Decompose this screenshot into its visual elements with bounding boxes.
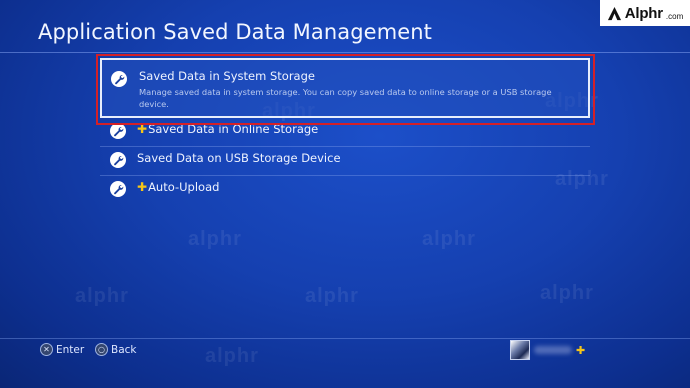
back-label: Back [111,343,137,356]
user-profile: ✚ [510,340,586,360]
watermark: alphr [422,228,476,250]
wrench-icon [111,71,127,87]
menu-item-label: Saved Data in Online Storage [148,122,319,136]
watermark: alphr [540,282,594,304]
menu-item-label: Saved Data in System Storage [139,69,315,83]
menu-item-usb-storage[interactable]: Saved Data on USB Storage Device [100,147,590,176]
menu-item-description: Manage saved data in system storage. You… [139,87,552,109]
wrench-icon [110,181,126,197]
watermark: alphr [75,285,129,307]
ps-plus-icon: ✚ [137,122,148,136]
ps-plus-icon: ✚ [576,343,586,357]
cross-button-icon: ✕ [40,343,53,356]
ps-plus-icon: ✚ [137,180,148,194]
back-hint[interactable]: ○ Back [95,343,137,356]
saved-data-menu: Saved Data in System Storage Manage save… [100,58,590,205]
circle-button-icon: ○ [95,343,108,356]
watermark: alphr [305,285,359,307]
menu-item-label: Saved Data on USB Storage Device [137,151,341,165]
alphr-logo: Alphr .com [600,0,690,26]
menu-item-system-storage[interactable]: Saved Data in System Storage Manage save… [100,58,590,118]
menu-item-online-storage[interactable]: ✚ Saved Data in Online Storage [100,118,590,147]
page-title: Application Saved Data Management [38,20,433,44]
enter-hint[interactable]: ✕ Enter [40,343,84,356]
wrench-icon [110,152,126,168]
footer-divider [0,338,690,339]
username-blurred [534,346,572,354]
avatar [510,340,530,360]
brand-name: Alphr [624,4,663,22]
watermark: alphr [205,345,259,367]
wrench-icon [110,123,126,139]
menu-item-auto-upload[interactable]: ✚ Auto-Upload [100,176,590,205]
watermark: alphr [188,228,242,250]
header-divider [0,52,690,53]
alphr-logo-icon [607,6,621,20]
menu-item-label: Auto-Upload [148,180,220,194]
brand-tld: .com [665,11,684,21]
enter-label: Enter [56,343,85,356]
